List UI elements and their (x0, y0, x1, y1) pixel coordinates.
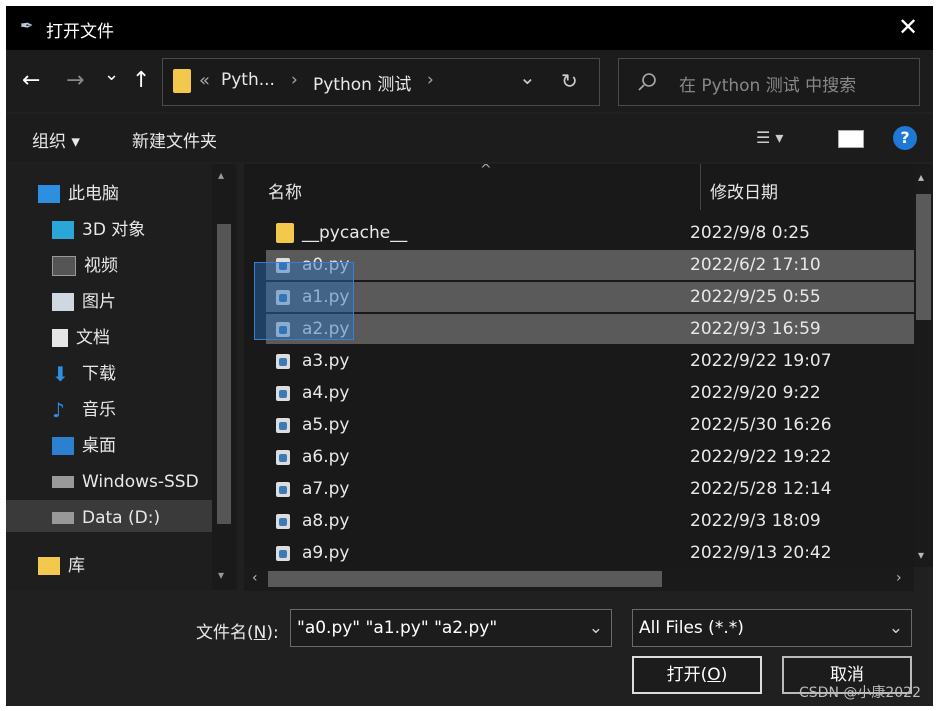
scroll-up-icon[interactable]: ▴ (218, 168, 224, 182)
watermark: CSDN @小康2022 (799, 685, 921, 701)
sidebar-item-data-d[interactable]: Data (D:) (52, 504, 160, 532)
video-icon (52, 256, 76, 276)
list-item-pycache[interactable]: __pycache__ 2022/9/8 0:25 (266, 218, 914, 248)
up-button[interactable]: ↑ (132, 68, 150, 93)
sidebar-item-desktop[interactable]: 桌面 (52, 432, 116, 460)
breadcrumb-separator: › (291, 70, 298, 90)
file-type-select[interactable]: All Files (*.*) ⌄ (632, 609, 912, 647)
python-file-icon (276, 546, 290, 561)
overflow-chevron[interactable]: « (199, 70, 210, 91)
column-header: ^ 名称 修改日期 (244, 164, 914, 210)
feather-icon: ✒ (20, 16, 34, 35)
python-file-icon (276, 354, 290, 369)
search-box[interactable]: 在 Python 测试 中搜索 (618, 58, 920, 106)
back-button[interactable]: ← (22, 68, 40, 93)
sidebar-item-windows-ssd[interactable]: Windows-SSD (52, 468, 199, 496)
sidebar-item-libraries[interactable]: 库 (38, 552, 85, 580)
filename-label: 文件名(N): (196, 623, 279, 643)
sidebar-item-documents[interactable]: 文档 (52, 324, 110, 352)
list-item-a9[interactable]: a9.py 2022/9/13 20:42 (266, 538, 914, 567)
title-bar: ✒ 打开文件 ✕ (6, 6, 933, 50)
computer-icon (38, 185, 60, 203)
sidebar-item-pictures[interactable]: 图片 (52, 288, 116, 316)
breadcrumb-pyth[interactable]: Pyth... (221, 70, 275, 90)
list-item-a6[interactable]: a6.py 2022/9/22 19:22 (266, 442, 914, 472)
window-title: 打开文件 (46, 22, 114, 42)
scroll-up-icon[interactable]: ▴ (918, 170, 924, 184)
sidebar-item-this-pc[interactable]: 此电脑 (38, 180, 119, 208)
breadcrumb-separator: › (427, 70, 434, 90)
address-dropdown-icon[interactable]: ⌄ (519, 65, 536, 89)
sidebar-item-downloads[interactable]: ⬇ 下载 (52, 360, 116, 388)
download-icon: ⬇ (52, 362, 69, 386)
python-file-icon (276, 514, 290, 529)
recent-locations-button[interactable]: ⌄ (104, 64, 119, 85)
document-icon (52, 329, 68, 347)
python-file-icon (276, 482, 290, 497)
folder-icon (173, 69, 191, 93)
command-toolbar: 组织 ▾ 新建文件夹 ☰ ▾ ? (6, 114, 933, 162)
list-item-a8[interactable]: a8.py 2022/9/3 18:09 (266, 506, 914, 536)
sort-ascending-icon: ^ (480, 164, 492, 178)
forward-button[interactable]: → (66, 68, 84, 93)
list-item-a0[interactable]: a0.py 2022/6/2 17:10 (266, 250, 914, 280)
scrollbar-thumb[interactable] (268, 571, 662, 587)
cube-icon (52, 221, 74, 239)
python-file-icon (276, 450, 290, 465)
music-icon: ♪ (52, 398, 65, 422)
scroll-down-icon[interactable]: ▾ (218, 568, 224, 582)
drive-icon (52, 476, 74, 488)
sidebar-item-videos[interactable]: 视频 (52, 252, 118, 280)
chevron-down-icon[interactable]: ⌄ (889, 610, 903, 646)
picture-icon (52, 293, 74, 311)
filename-input[interactable]: "a0.py" "a1.py" "a2.py" ⌄ (290, 609, 612, 647)
list-item-a5[interactable]: a5.py 2022/5/30 16:26 (266, 410, 914, 440)
list-item-a3[interactable]: a3.py 2022/9/22 19:07 (266, 346, 914, 376)
drag-selection-rectangle (254, 262, 354, 340)
open-file-dialog: ✒ 打开文件 ✕ ← → ⌄ ↑ « Pyth... › Python 测试 ›… (6, 6, 933, 706)
scroll-left-icon[interactable]: ‹ (252, 570, 258, 586)
address-bar[interactable]: « Pyth... › Python 测试 › ⌄ ↻ (162, 58, 600, 106)
new-folder-button[interactable]: 新建文件夹 (132, 127, 217, 152)
refresh-icon[interactable]: ↻ (561, 69, 578, 93)
sidebar-scrollbar[interactable]: ▴ ▾ (212, 164, 236, 590)
list-item-a4[interactable]: a4.py 2022/9/20 9:22 (266, 378, 914, 408)
scroll-down-icon[interactable]: ▾ (918, 548, 924, 562)
file-list-horizontal-scrollbar[interactable]: ‹ › (244, 567, 914, 591)
breadcrumb-python-test[interactable]: Python 测试 (313, 70, 411, 95)
file-list: ^ 名称 修改日期 __pycache__ 2022/9/8 0:25 a0.p… (244, 164, 914, 567)
desktop-icon (52, 437, 74, 455)
scroll-right-icon[interactable]: › (896, 570, 902, 586)
close-icon[interactable]: ✕ (895, 14, 921, 40)
scrollbar-thumb[interactable] (916, 194, 931, 320)
help-icon[interactable]: ? (893, 126, 917, 150)
sidebar-item-music[interactable]: ♪ 音乐 (52, 396, 116, 424)
python-file-icon (276, 386, 290, 401)
search-placeholder: 在 Python 测试 中搜索 (679, 76, 857, 96)
library-icon (38, 557, 60, 575)
python-file-icon (276, 418, 290, 433)
file-list-vertical-scrollbar[interactable]: ▴ ▾ (914, 164, 933, 567)
open-button[interactable]: 打开(O) (632, 656, 762, 694)
sidebar-item-3d-objects[interactable]: 3D 对象 (52, 216, 145, 244)
list-item-a1[interactable]: a1.py 2022/9/25 0:55 (266, 282, 914, 312)
preview-pane-icon[interactable] (838, 130, 864, 148)
chevron-down-icon[interactable]: ⌄ (589, 610, 603, 646)
list-item-a2[interactable]: a2.py 2022/9/3 16:59 (266, 314, 914, 344)
list-item-a7[interactable]: a7.py 2022/5/28 12:14 (266, 474, 914, 504)
drive-icon (52, 512, 74, 524)
scrollbar-thumb[interactable] (217, 224, 231, 524)
column-name[interactable]: 名称 (268, 178, 302, 203)
search-icon (638, 73, 656, 91)
view-options-icon[interactable]: ☰ ▾ (756, 128, 783, 147)
organize-menu[interactable]: 组织 ▾ (32, 127, 80, 152)
column-divider[interactable] (700, 164, 701, 210)
folder-icon (276, 223, 294, 243)
column-date-modified[interactable]: 修改日期 (710, 178, 778, 203)
